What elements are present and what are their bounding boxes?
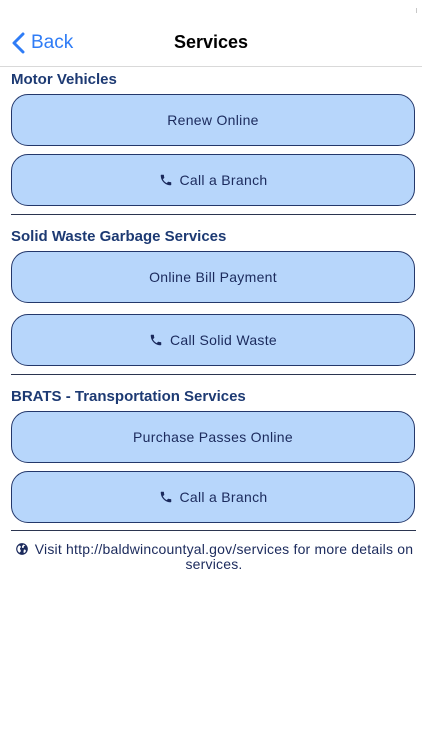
purchase-passes-online-button[interactable]: Purchase Passes Online — [11, 411, 415, 463]
navigation-bar: Back Services — [0, 0, 422, 67]
section-divider — [11, 214, 416, 215]
button-label: Renew Online — [167, 112, 259, 128]
section-title-solid-waste: Solid Waste Garbage Services — [11, 228, 227, 245]
phone-icon — [160, 174, 171, 186]
page-title: Services — [173, 32, 249, 52]
footer-note: Visit http://baldwincountyal.gov/service… — [12, 542, 416, 572]
button-label: Call a Branch — [179, 172, 268, 188]
call-solid-waste-button[interactable]: Call Solid Waste — [11, 314, 415, 366]
call-branch-brats-button[interactable]: Call a Branch — [11, 471, 415, 523]
section-divider — [11, 530, 416, 531]
status-indicator — [416, 8, 417, 13]
footer-text: Visit http://baldwincountyal.gov/service… — [34, 541, 414, 572]
section-divider — [11, 374, 416, 375]
phone-icon — [150, 334, 162, 346]
button-label: Call a Branch — [179, 489, 268, 505]
button-label: Call Solid Waste — [170, 332, 277, 348]
section-title-motor-vehicles: Motor Vehicles — [11, 71, 117, 88]
call-branch-motor-vehicles-button[interactable]: Call a Branch — [11, 154, 415, 206]
section-title-brats: BRATS - Transportation Services — [11, 388, 246, 405]
button-label: Online Bill Payment — [149, 269, 277, 285]
renew-online-button[interactable]: Renew Online — [11, 94, 415, 146]
online-bill-payment-button[interactable]: Online Bill Payment — [11, 251, 415, 303]
globe-icon — [15, 543, 28, 555]
button-label: Purchase Passes Online — [133, 429, 293, 445]
phone-icon — [160, 491, 171, 503]
